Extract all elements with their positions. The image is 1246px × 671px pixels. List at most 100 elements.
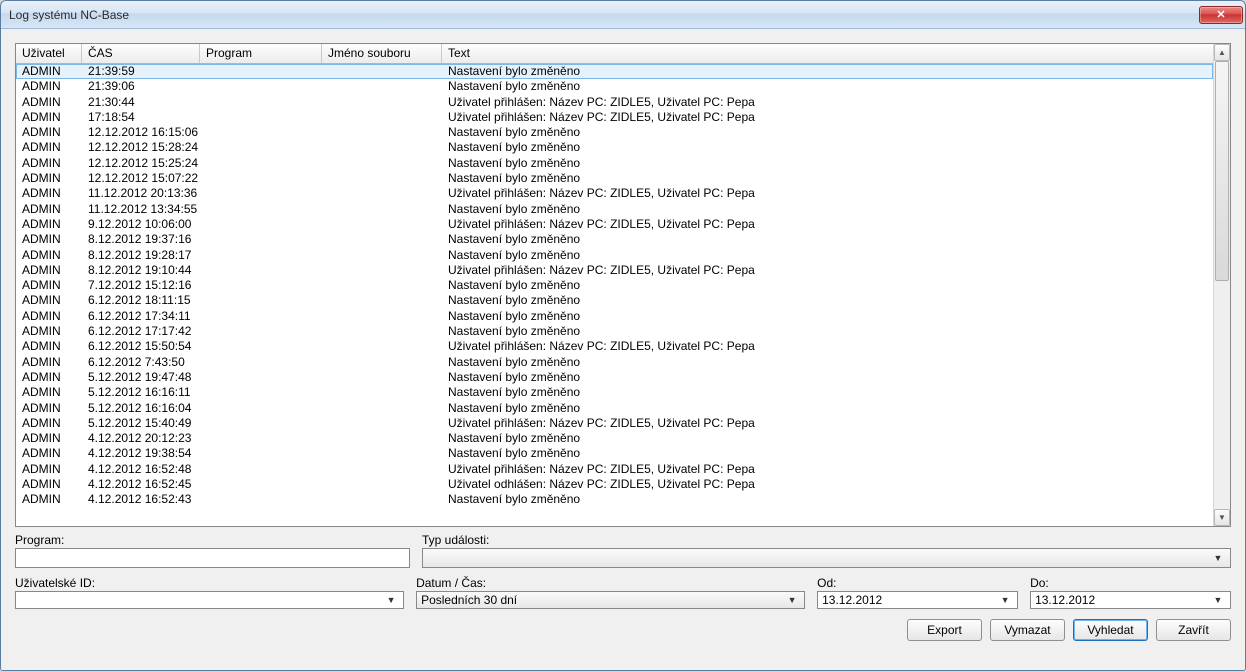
cell-user: ADMIN [16,385,82,400]
scroll-thumb[interactable] [1215,61,1229,281]
table-row[interactable]: ADMIN12.12.2012 15:25:24Nastavení bylo z… [16,156,1213,171]
col-program[interactable]: Program [200,44,322,63]
export-button[interactable]: Export [907,619,982,641]
cell-time: 4.12.2012 20:12:23 [82,431,200,446]
cell-time: 12.12.2012 15:25:24 [82,156,200,171]
col-filename[interactable]: Jméno souboru [322,44,442,63]
table-row[interactable]: ADMIN6.12.2012 17:34:11Nastavení bylo zm… [16,309,1213,324]
cell-user: ADMIN [16,416,82,431]
cell-user: ADMIN [16,263,82,278]
cell-text: Nastavení bylo změněno [442,125,1213,140]
table-row[interactable]: ADMIN12.12.2012 15:07:22Nastavení bylo z… [16,171,1213,186]
table-row[interactable]: ADMIN5.12.2012 16:16:11Nastavení bylo zm… [16,385,1213,400]
clear-button[interactable]: Vymazat [990,619,1065,641]
table-row[interactable]: ADMIN11.12.2012 13:34:55Nastavení bylo z… [16,202,1213,217]
table-row[interactable]: ADMIN12.12.2012 16:15:06Nastavení bylo z… [16,125,1213,140]
cell-time: 21:39:59 [82,64,200,79]
table-row[interactable]: ADMIN8.12.2012 19:10:44Uživatel přihláše… [16,263,1213,278]
cell-program [200,339,322,354]
filter-to-combo[interactable]: 13.12.2012 ▼ [1030,591,1231,609]
cell-program [200,492,322,507]
cell-time: 12.12.2012 15:28:24 [82,140,200,155]
col-time[interactable]: ČAS [82,44,200,63]
table-row[interactable]: ADMIN21:30:44Uživatel přihlášen: Název P… [16,95,1213,110]
titlebar[interactable]: Log systému NC-Base ✕ [1,1,1245,29]
cell-user: ADMIN [16,95,82,110]
cell-filename [322,125,442,140]
table-row[interactable]: ADMIN11.12.2012 20:13:36Uživatel přihláš… [16,186,1213,201]
table-row[interactable]: ADMIN4.12.2012 16:52:48Uživatel přihláše… [16,462,1213,477]
cell-program [200,156,322,171]
cell-time: 4.12.2012 16:52:45 [82,477,200,492]
table-row[interactable]: ADMIN5.12.2012 19:47:48Nastavení bylo zm… [16,370,1213,385]
cell-filename [322,293,442,308]
cell-program [200,477,322,492]
cell-time: 4.12.2012 19:38:54 [82,446,200,461]
table-row[interactable]: ADMIN8.12.2012 19:28:17Nastavení bylo zm… [16,248,1213,263]
table-row[interactable]: ADMIN5.12.2012 16:16:04Nastavení bylo zm… [16,401,1213,416]
table-row[interactable]: ADMIN6.12.2012 7:43:50Nastavení bylo změ… [16,355,1213,370]
cell-program [200,278,322,293]
table-row[interactable]: ADMIN4.12.2012 16:52:43Nastavení bylo zm… [16,492,1213,507]
cell-filename [322,95,442,110]
cell-text: Nastavení bylo změněno [442,278,1213,293]
scroll-track[interactable] [1214,61,1230,509]
cell-user: ADMIN [16,370,82,385]
cell-filename [322,232,442,247]
table-row[interactable]: ADMIN9.12.2012 10:06:00Uživatel přihláše… [16,217,1213,232]
cell-user: ADMIN [16,401,82,416]
table-row[interactable]: ADMIN6.12.2012 15:50:54Uživatel přihláše… [16,339,1213,354]
log-grid: Uživatel ČAS Program Jméno souboru Text … [15,43,1231,527]
search-button[interactable]: Vyhledat [1073,619,1148,641]
filter-event-type-combo[interactable]: ▼ [422,548,1231,568]
scroll-down-arrow-icon[interactable]: ▼ [1214,509,1230,526]
window-close-button[interactable]: ✕ [1199,6,1243,24]
filter-program: Program: [15,533,410,568]
cell-time: 9.12.2012 10:06:00 [82,217,200,232]
cell-user: ADMIN [16,171,82,186]
table-row[interactable]: ADMIN6.12.2012 18:11:15Nastavení bylo zm… [16,293,1213,308]
scroll-up-arrow-icon[interactable]: ▲ [1214,44,1230,61]
table-row[interactable]: ADMIN21:39:59Nastavení bylo změněno [16,64,1213,79]
col-text[interactable]: Text [442,44,1213,63]
cell-program [200,248,322,263]
cell-program [200,171,322,186]
cell-text: Uživatel přihlášen: Název PC: ZIDLE5, Už… [442,263,1213,278]
table-row[interactable]: ADMIN8.12.2012 19:37:16Nastavení bylo zm… [16,232,1213,247]
log-grid-inner: Uživatel ČAS Program Jméno souboru Text … [16,44,1213,526]
table-row[interactable]: ADMIN4.12.2012 16:52:45Uživatel odhlášen… [16,477,1213,492]
filter-date-combo[interactable]: Posledních 30 dní ▼ [416,591,805,609]
close-button[interactable]: Zavřít [1156,619,1231,641]
cell-program [200,140,322,155]
table-row[interactable]: ADMIN7.12.2012 15:12:16Nastavení bylo zm… [16,278,1213,293]
cell-program [200,370,322,385]
table-row[interactable]: ADMIN5.12.2012 15:40:49Uživatel přihláše… [16,416,1213,431]
cell-user: ADMIN [16,202,82,217]
table-row[interactable]: ADMIN4.12.2012 20:12:23Nastavení bylo zm… [16,431,1213,446]
grid-body[interactable]: ADMIN21:39:59Nastavení bylo změněnoADMIN… [16,64,1213,526]
filter-event-type-label: Typ události: [422,533,1231,547]
filter-from: Od: 13.12.2012 ▼ [817,576,1018,609]
cell-text: Nastavení bylo změněno [442,79,1213,94]
filter-from-combo[interactable]: 13.12.2012 ▼ [817,591,1018,609]
cell-program [200,446,322,461]
filter-program-input[interactable] [15,548,410,568]
filter-date-label: Datum / Čas: [416,576,805,590]
table-row[interactable]: ADMIN21:39:06Nastavení bylo změněno [16,79,1213,94]
cell-filename [322,248,442,263]
vertical-scrollbar[interactable]: ▲ ▼ [1213,44,1230,526]
table-row[interactable]: ADMIN4.12.2012 19:38:54Nastavení bylo zm… [16,446,1213,461]
table-row[interactable]: ADMIN17:18:54Uživatel přihlášen: Název P… [16,110,1213,125]
table-row[interactable]: ADMIN6.12.2012 17:17:42Nastavení bylo zm… [16,324,1213,339]
filter-user-id-combo[interactable]: ▼ [15,591,404,609]
filter-to-label: Do: [1030,576,1231,590]
cell-text: Uživatel přihlášen: Název PC: ZIDLE5, Už… [442,217,1213,232]
cell-user: ADMIN [16,248,82,263]
cell-user: ADMIN [16,431,82,446]
cell-program [200,125,322,140]
col-user[interactable]: Uživatel [16,44,82,63]
cell-user: ADMIN [16,492,82,507]
table-row[interactable]: ADMIN12.12.2012 15:28:24Nastavení bylo z… [16,140,1213,155]
cell-time: 8.12.2012 19:37:16 [82,232,200,247]
cell-filename [322,156,442,171]
